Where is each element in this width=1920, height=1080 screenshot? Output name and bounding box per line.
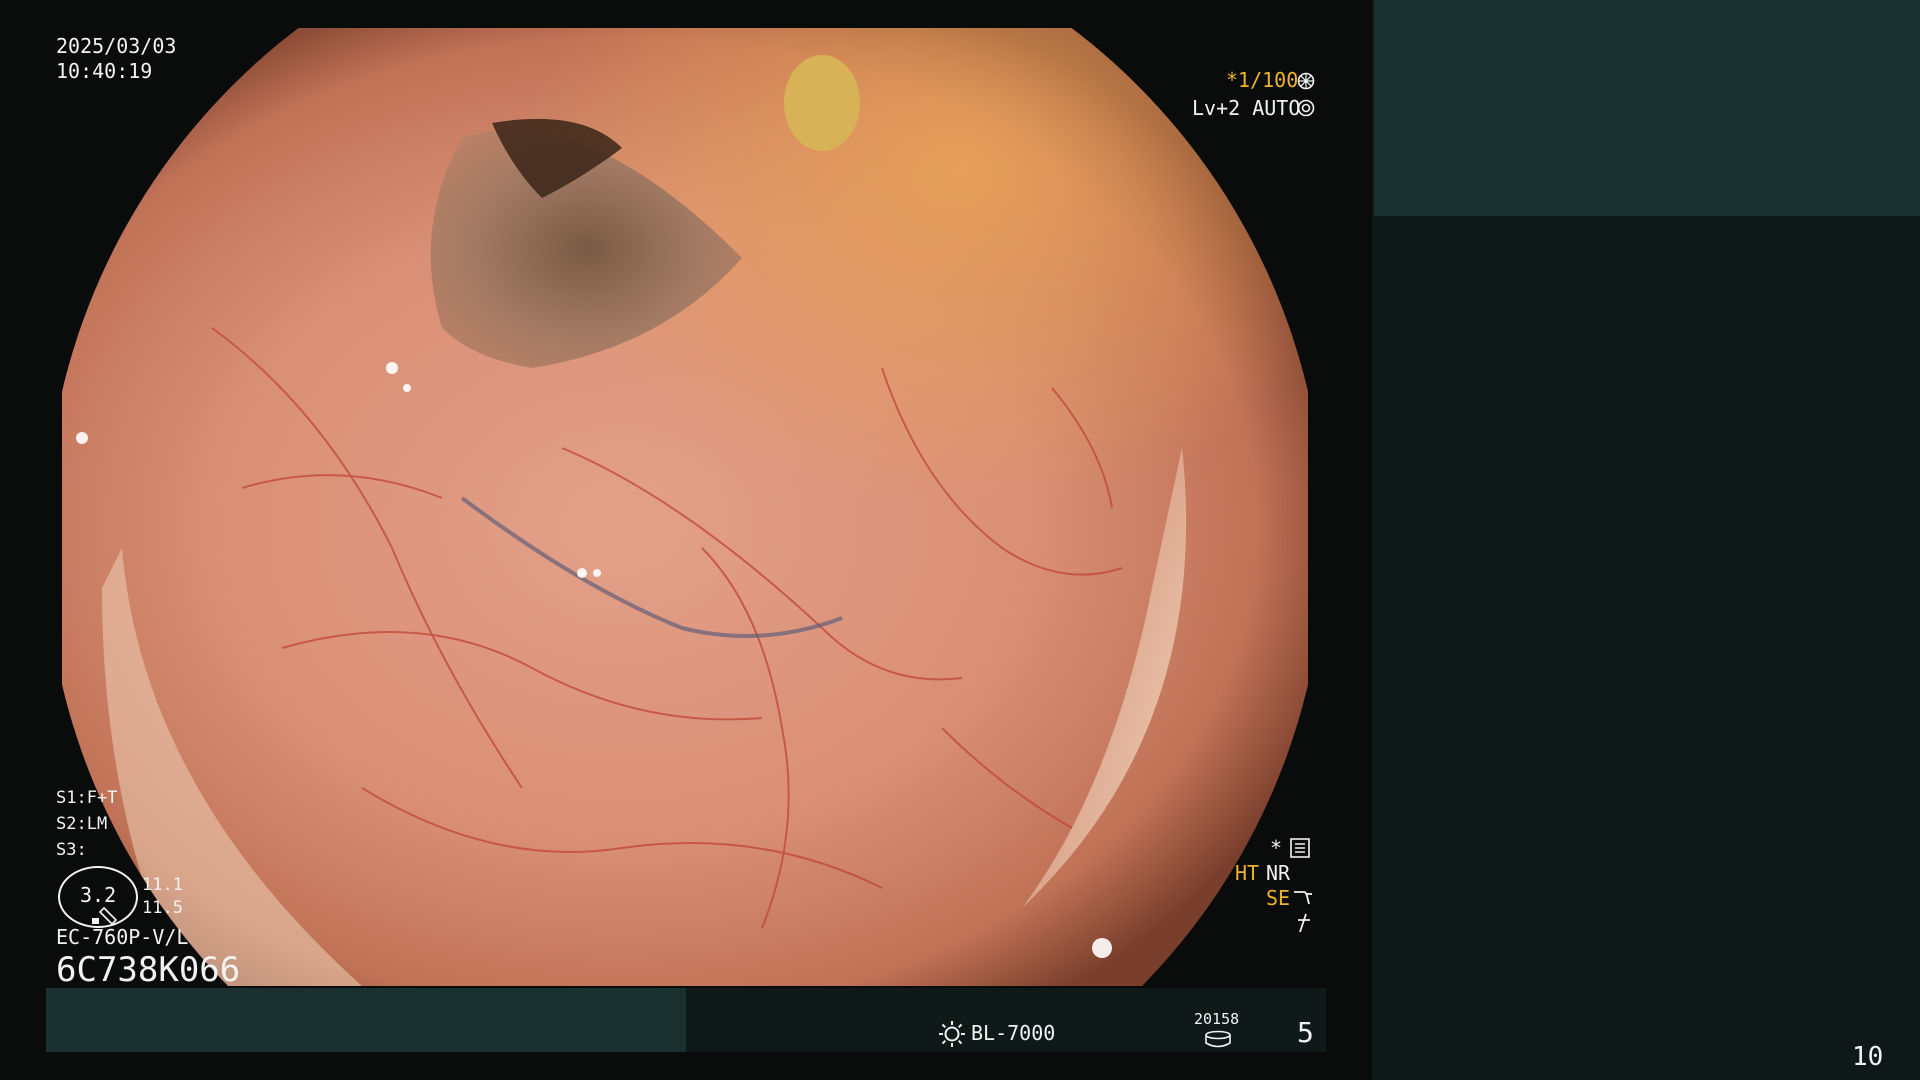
storage-count: 20158 [1194, 1010, 1240, 1028]
light-source-label: BL-7000 [971, 1021, 1056, 1045]
bottom-status-left-box [46, 988, 686, 1052]
level-mode: Lv+2 AUTO [1192, 96, 1301, 120]
date-label: 2025/03/03 [56, 34, 177, 58]
switch-s3: S3: [56, 840, 87, 860]
image-number: 5 [1297, 1016, 1314, 1049]
scope-model: EC-760P-V/L [56, 925, 189, 949]
nr-label: NR [1266, 861, 1291, 885]
switch-s2: S2:LM [56, 814, 108, 834]
switch-s1: S1:F+T [56, 788, 118, 808]
sun-icon [939, 1021, 965, 1047]
time-label: 10:40:19 [56, 59, 153, 83]
function-icon [1298, 913, 1310, 933]
endoscopy-image [62, 28, 1308, 986]
asterisk-label: * [1270, 836, 1283, 860]
ht-label: HT [1235, 861, 1260, 885]
right-info-box [1374, 0, 1920, 216]
menu-list-icon [1290, 838, 1310, 858]
scope-tip-icon [92, 906, 118, 926]
iris-icon [1297, 99, 1315, 117]
zoom-value: 3.2 [80, 883, 117, 907]
zoom-value-b: 11.5 [142, 898, 183, 918]
aperture-icon [1297, 72, 1315, 90]
zoom-value-a: 11.1 [142, 875, 183, 895]
se-label: SE [1266, 886, 1291, 910]
curve-icon [1294, 891, 1312, 905]
shutter-speed: *1/100 [1226, 68, 1299, 92]
page-number: 10 [1852, 1042, 1884, 1072]
scope-serial: 6C738K066 [56, 950, 241, 990]
storage-icon [1205, 1030, 1231, 1048]
